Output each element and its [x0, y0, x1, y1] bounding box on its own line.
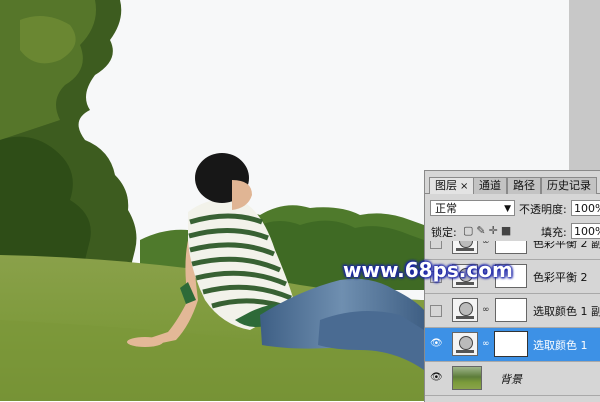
lock-fill-row: 锁定: ▢✎✛■ 填充: 100% [425, 220, 600, 242]
lock-transparent-icon[interactable]: ▢ [463, 224, 476, 237]
layer-name: 色彩平衡 2 副 [533, 241, 600, 250]
lock-icons: ▢✎✛■ [463, 224, 514, 237]
panel-tabs: 图层 × 通道 路径 历史记录 [425, 175, 600, 194]
opacity-label: 不透明度: [519, 203, 567, 216]
layer-mask-thumbnail[interactable] [495, 241, 527, 254]
opacity-input[interactable]: 100% [571, 200, 600, 216]
background-thumbnail [452, 366, 482, 390]
layer-row-background[interactable]: 👁 背景 [425, 362, 600, 396]
tab-history[interactable]: 历史记录 [541, 177, 597, 194]
lock-move-icon[interactable]: ✛ [489, 224, 501, 237]
chain-link-icon[interactable]: ∞ [482, 339, 490, 349]
layers-panel: 图层× 通道 路径 历史记录 正常 ▼ 不透明度: 100% 锁定: ▢✎✛■ … [424, 170, 600, 402]
tab-layers[interactable]: 图层 × [429, 177, 475, 194]
adjustment-thumbnail-icon [452, 332, 478, 356]
workspace-strip [569, 0, 600, 170]
tab-channels[interactable]: 通道 [473, 177, 507, 194]
chevron-down-icon: ▼ [504, 204, 511, 214]
adjustment-thumbnail-icon [452, 241, 478, 254]
layer-name: 选取颜色 1 副 [533, 305, 600, 318]
tab-layers-label: 图层 [435, 179, 457, 192]
eye-icon[interactable]: 👁 [430, 372, 443, 384]
layer-mask-thumbnail[interactable] [495, 298, 527, 322]
fill-input[interactable]: 100% [571, 223, 600, 239]
layer-row-selective-color-1-copy[interactable]: ∞ 选取颜色 1 副 [425, 294, 600, 328]
layer-name: 选取颜色 1 [533, 339, 588, 352]
chain-link-icon[interactable]: ∞ [482, 241, 490, 247]
fill-label: 填充: [541, 226, 567, 239]
close-icon[interactable]: × [460, 181, 468, 192]
blend-mode-select[interactable]: 正常 ▼ [430, 200, 515, 216]
eye-icon[interactable]: 👁 [430, 338, 443, 350]
lock-all-icon[interactable]: ■ [501, 224, 514, 237]
layer-name: 色彩平衡 2 [533, 271, 588, 284]
blend-opacity-row: 正常 ▼ 不透明度: 100% [425, 197, 600, 219]
visibility-toggle[interactable] [430, 241, 442, 249]
layer-mask-thumbnail[interactable] [494, 331, 528, 357]
layer-name: 背景 [500, 373, 522, 386]
visibility-toggle[interactable] [430, 305, 442, 317]
blend-mode-value: 正常 [435, 202, 457, 215]
adjustment-thumbnail-icon [452, 298, 478, 322]
layer-row-selective-color-1[interactable]: 👁 ∞ 选取颜色 1 [425, 328, 600, 362]
chain-link-icon[interactable]: ∞ [482, 305, 490, 315]
lock-label: 锁定: [431, 226, 457, 239]
lock-brush-icon[interactable]: ✎ [476, 224, 488, 237]
tab-paths[interactable]: 路径 [507, 177, 541, 194]
watermark: www.68ps.com [343, 258, 513, 282]
